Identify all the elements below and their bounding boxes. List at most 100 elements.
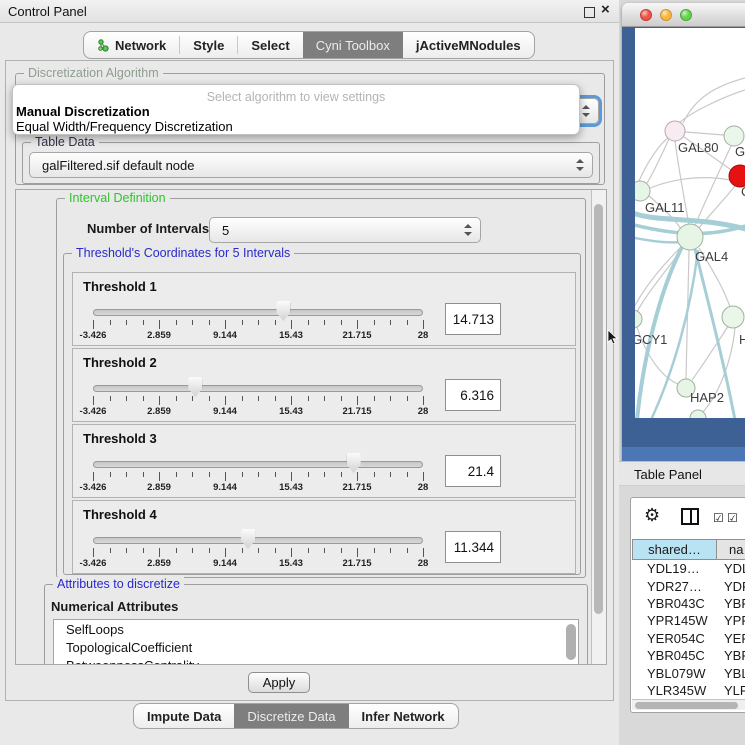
numerical-attributes-list[interactable]: SelfLoopsTopologicalCoefficientBetweenne… (53, 619, 579, 665)
cell-name[interactable]: YDL19… (717, 561, 745, 576)
major-tick (159, 548, 160, 557)
minor-tick (258, 396, 259, 401)
scrollbar-thumb[interactable] (594, 204, 603, 614)
cell-shared-name[interactable]: YBR043C (632, 596, 717, 611)
major-tick (291, 320, 292, 329)
minor-tick (143, 320, 144, 325)
threshold-slider-thumb[interactable] (276, 301, 290, 321)
minor-tick (258, 320, 259, 325)
table-row[interactable]: YBR045CYBR045C (632, 647, 745, 664)
minor-tick (176, 472, 177, 477)
table-row[interactable]: YBL079WYBL079W (632, 664, 745, 681)
threshold-slider-thumb[interactable] (347, 453, 361, 473)
minor-tick (341, 472, 342, 477)
tab-network[interactable]: Network (84, 32, 179, 58)
list-scrollbar[interactable] (566, 624, 576, 660)
major-tick (423, 472, 424, 481)
major-tick (357, 396, 358, 405)
major-tick (423, 548, 424, 557)
minor-tick (341, 548, 342, 553)
column-header-shared-name[interactable]: shared… (632, 539, 717, 560)
minor-tick (308, 548, 309, 553)
attribute-list-item[interactable]: SelfLoops (54, 620, 578, 638)
tab-jactivemnodules[interactable]: jActiveMNodules (403, 32, 534, 58)
gear-icon[interactable]: ⚙ (644, 505, 660, 526)
minor-tick (341, 396, 342, 401)
network-edge (639, 138, 668, 181)
group-title: Interval Definition (65, 191, 170, 205)
ga-node[interactable] (724, 126, 744, 146)
table-row[interactable]: YLR345WYLR345W (632, 682, 745, 699)
float-window-icon[interactable] (584, 7, 595, 18)
attribute-list-item[interactable]: BetweennessCentrality (54, 656, 578, 665)
minor-tick (324, 396, 325, 401)
checkbox-icon[interactable]: ☑ (727, 511, 738, 525)
close-traffic-light[interactable] (640, 9, 652, 21)
apply-button[interactable]: Apply (248, 672, 310, 693)
cell-shared-name[interactable]: YER054C (632, 631, 717, 646)
table-data-combobox[interactable]: galFiltered.sif default node (29, 152, 593, 178)
settings-vertical-scrollbar[interactable] (591, 190, 606, 664)
cell-name[interactable]: YPR145W (717, 613, 745, 628)
tab-impute-data[interactable]: Impute Data (134, 704, 234, 728)
table-row[interactable]: YPR145WYPR145W (632, 612, 745, 629)
threshold-value-field[interactable] (445, 531, 501, 563)
bottom-tabbar: Impute Data Discretize Data Infer Networ… (133, 703, 459, 729)
cell-shared-name[interactable]: YBR045C (632, 648, 717, 663)
cell-name[interactable]: YBR043C (717, 596, 745, 611)
minor-tick (192, 320, 193, 325)
cell-shared-name[interactable]: YDL19… (632, 561, 717, 576)
gcy1-node[interactable] (635, 310, 642, 328)
minor-tick (242, 548, 243, 553)
threshold-slider-track[interactable] (93, 537, 423, 544)
tab-cyni-toolbox[interactable]: Cyni Toolbox (303, 32, 403, 58)
minor-tick (275, 396, 276, 401)
network-canvas[interactable]: GAL80GACGAL11GAL4GCY1HHAP2 (635, 28, 745, 418)
cell-name[interactable]: YER054C (717, 631, 745, 646)
table-row[interactable]: YDL19…YDL19… (632, 560, 745, 577)
column-header-name[interactable]: na (717, 539, 745, 560)
close-icon[interactable]: × (601, 1, 610, 18)
table-row[interactable]: YER054CYER054C (632, 630, 745, 647)
gal80-node[interactable] (665, 121, 685, 141)
zoom-traffic-light[interactable] (680, 9, 692, 21)
threshold-slider-thumb[interactable] (188, 377, 202, 397)
cell-name[interactable]: YBL079W (717, 666, 745, 681)
dropdown-option-manual[interactable]: Manual Discretization (16, 104, 150, 119)
attribute-list-item[interactable]: TopologicalCoefficient (54, 638, 578, 656)
threshold-value-field[interactable] (445, 303, 501, 335)
split-columns-icon[interactable] (681, 508, 699, 525)
threshold-slider-track[interactable] (93, 461, 423, 468)
tab-style[interactable]: Style (180, 32, 237, 58)
gal4-node[interactable] (677, 224, 703, 250)
cell-shared-name[interactable]: YPR145W (632, 613, 717, 628)
dropdown-option-equal-width[interactable]: Equal Width/Frequency Discretization (16, 119, 233, 134)
cell-name[interactable]: YBR045C (717, 648, 745, 663)
minimize-traffic-light[interactable] (660, 9, 672, 21)
num-intervals-combobox[interactable]: 5 (209, 217, 481, 243)
minor-tick (209, 472, 210, 477)
threshold-value-field[interactable] (445, 379, 501, 411)
cell-shared-name[interactable]: YBL079W (632, 666, 717, 681)
threshold-slider-thumb[interactable] (241, 529, 255, 549)
threshold-slider-track[interactable] (93, 309, 423, 316)
cell-name[interactable]: YDR27… (717, 579, 745, 594)
checkbox-icon[interactable]: ☑ (713, 511, 724, 525)
major-tick (423, 320, 424, 329)
threshold-value-field[interactable] (445, 455, 501, 487)
cell-name[interactable]: YLR345W (717, 683, 745, 698)
cell-shared-name[interactable]: YLR345W (632, 683, 717, 698)
tab-select[interactable]: Select (238, 32, 302, 58)
table-row[interactable]: YBR043CYBR043C (632, 595, 745, 612)
h-node[interactable] (722, 306, 744, 328)
threshold-panel: Threshold 4-3.4262.8599.14415.4321.71528 (72, 500, 576, 574)
tab-discretize-data[interactable]: Discretize Data (234, 704, 348, 728)
scrollbar-thumb[interactable] (635, 702, 738, 709)
gal11-node[interactable] (635, 181, 650, 201)
table-row[interactable]: YDR27…YDR27… (632, 577, 745, 594)
group-title: Discretization Algorithm (24, 66, 163, 80)
threshold-slider-track[interactable] (93, 385, 423, 392)
cell-shared-name[interactable]: YDR27… (632, 579, 717, 594)
horizontal-scrollbar[interactable] (632, 699, 745, 710)
tab-infer-network[interactable]: Infer Network (349, 704, 458, 728)
